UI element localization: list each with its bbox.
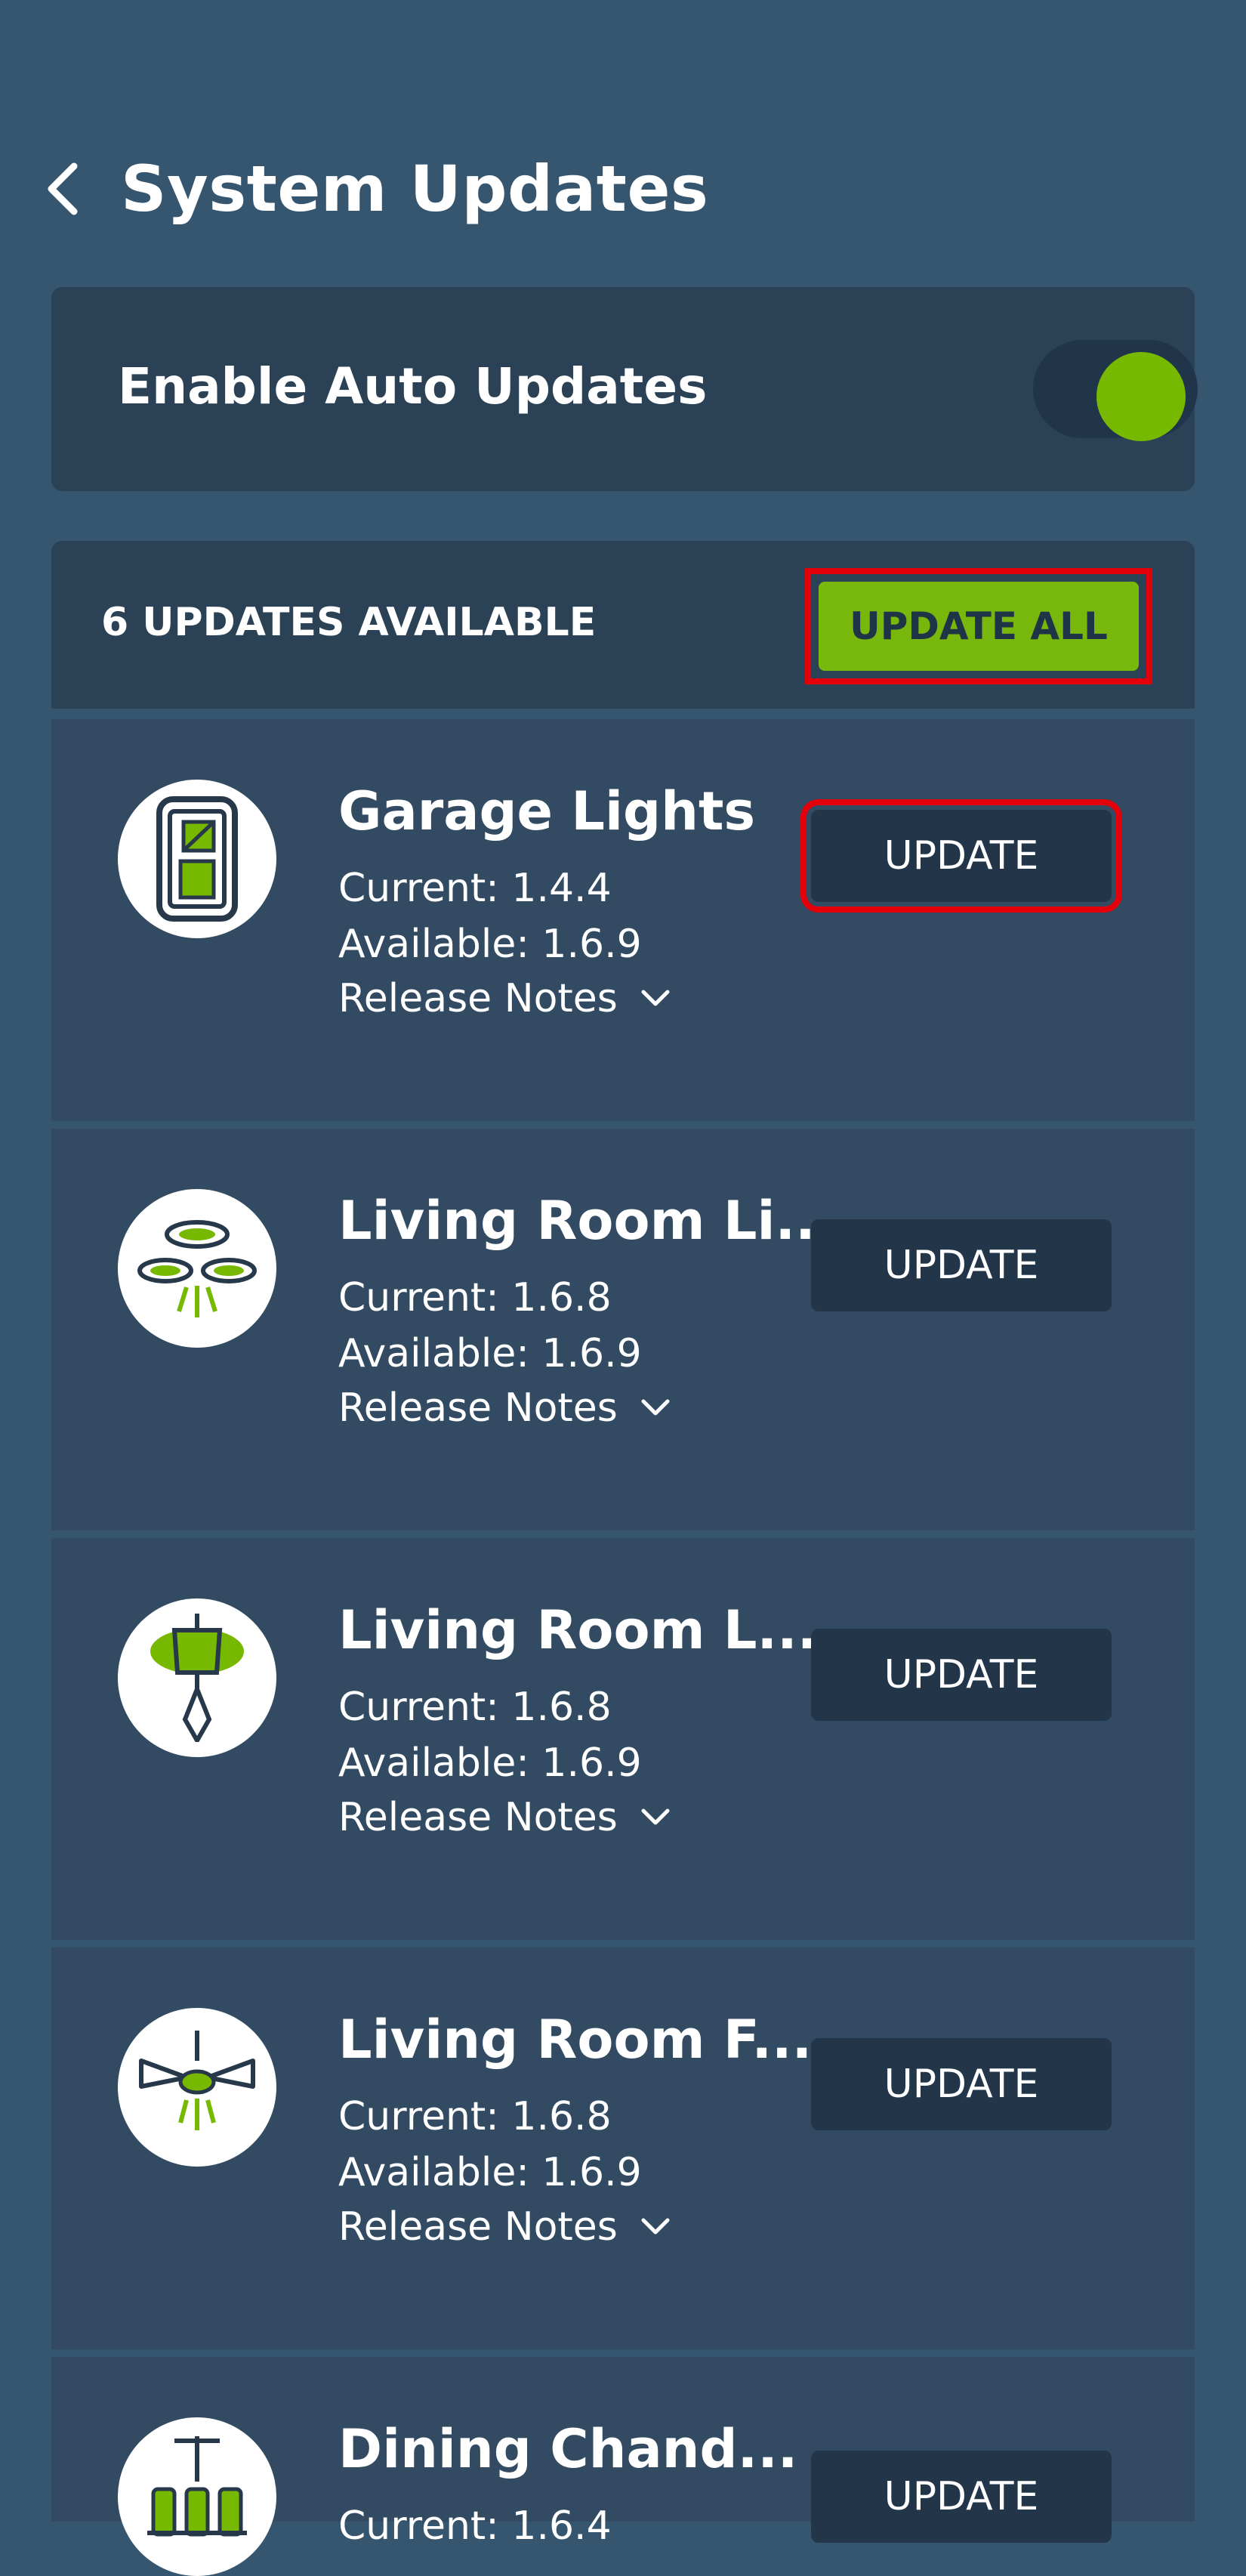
chandelier-icon (118, 2417, 276, 2576)
auto-updates-toggle[interactable] (1033, 340, 1198, 441)
update-all-button[interactable]: UPDATE ALL (819, 582, 1139, 671)
update-all-highlight: UPDATE ALL (805, 568, 1152, 684)
update-button[interactable]: UPDATE (811, 1629, 1112, 1721)
device-row: Living Room F... Current: 1.6.8 Availabl… (51, 1947, 1195, 2349)
auto-updates-card: Enable Auto Updates (51, 287, 1198, 491)
chevron-down-icon (640, 1808, 671, 1827)
update-button[interactable]: UPDATE (811, 2451, 1112, 2543)
available-version: Available: 1.6.9 (338, 2150, 642, 2195)
current-version: Current: 1.6.8 (338, 1685, 612, 1730)
chevron-down-icon (640, 989, 671, 1008)
page-title: System Updates (121, 152, 709, 226)
device-row: Living Room L... Current: 1.6.8 Availabl… (51, 1538, 1195, 1940)
release-notes-toggle[interactable]: Release Notes (338, 2203, 671, 2251)
auto-updates-label: Enable Auto Updates (118, 357, 708, 415)
header: System Updates (0, 136, 1246, 242)
device-row: Garage Lights Current: 1.4.4 Available: … (51, 719, 1195, 1121)
update-button[interactable]: UPDATE (811, 2038, 1112, 2130)
chevron-down-icon (640, 2217, 671, 2237)
ceiling-fan-icon (118, 2008, 276, 2167)
device-row: Dining Chand... Current: 1.6.4 UPDATE (51, 2357, 1195, 2576)
updates-header: 6 UPDATES AVAILABLE UPDATE ALL (51, 541, 1195, 709)
release-notes-toggle[interactable]: Release Notes (338, 1793, 671, 1842)
device-name: Dining Chand... (338, 2418, 798, 2480)
recessed-lights-icon (118, 1189, 276, 1348)
back-button[interactable] (39, 159, 85, 219)
device-name: Living Room L... (338, 1599, 818, 1661)
updates-count: 6 UPDATES AVAILABLE (101, 600, 597, 645)
release-notes-label: Release Notes (338, 976, 618, 1021)
device-row: Living Room Li... Current: 1.6.8 Availab… (51, 1129, 1195, 1530)
current-version: Current: 1.4.4 (338, 866, 612, 911)
release-notes-toggle[interactable]: Release Notes (338, 1384, 671, 1432)
available-version: Available: 1.6.9 (338, 1740, 642, 1786)
switch-icon (118, 780, 276, 938)
current-version: Current: 1.6.4 (338, 2503, 612, 2549)
release-notes-label: Release Notes (338, 1385, 618, 1431)
device-name: Living Room F... (338, 2009, 813, 2071)
chevron-down-icon (640, 1398, 671, 1418)
current-version: Current: 1.6.8 (338, 2094, 612, 2139)
available-version: Available: 1.6.9 (338, 922, 642, 967)
available-version: Available: 1.6.9 (338, 1331, 642, 1376)
chevron-left-icon (48, 162, 78, 215)
toggle-knob (1096, 352, 1186, 441)
release-notes-label: Release Notes (338, 2204, 618, 2250)
device-name: Garage Lights (338, 780, 756, 842)
current-version: Current: 1.6.8 (338, 1275, 612, 1320)
update-button[interactable]: UPDATE (811, 1219, 1112, 1311)
release-notes-toggle[interactable]: Release Notes (338, 974, 671, 1023)
update-button[interactable]: UPDATE (800, 799, 1122, 913)
release-notes-label: Release Notes (338, 1795, 618, 1840)
pendant-lamp-icon (118, 1598, 276, 1757)
device-name: Living Room Li... (338, 1190, 822, 1252)
